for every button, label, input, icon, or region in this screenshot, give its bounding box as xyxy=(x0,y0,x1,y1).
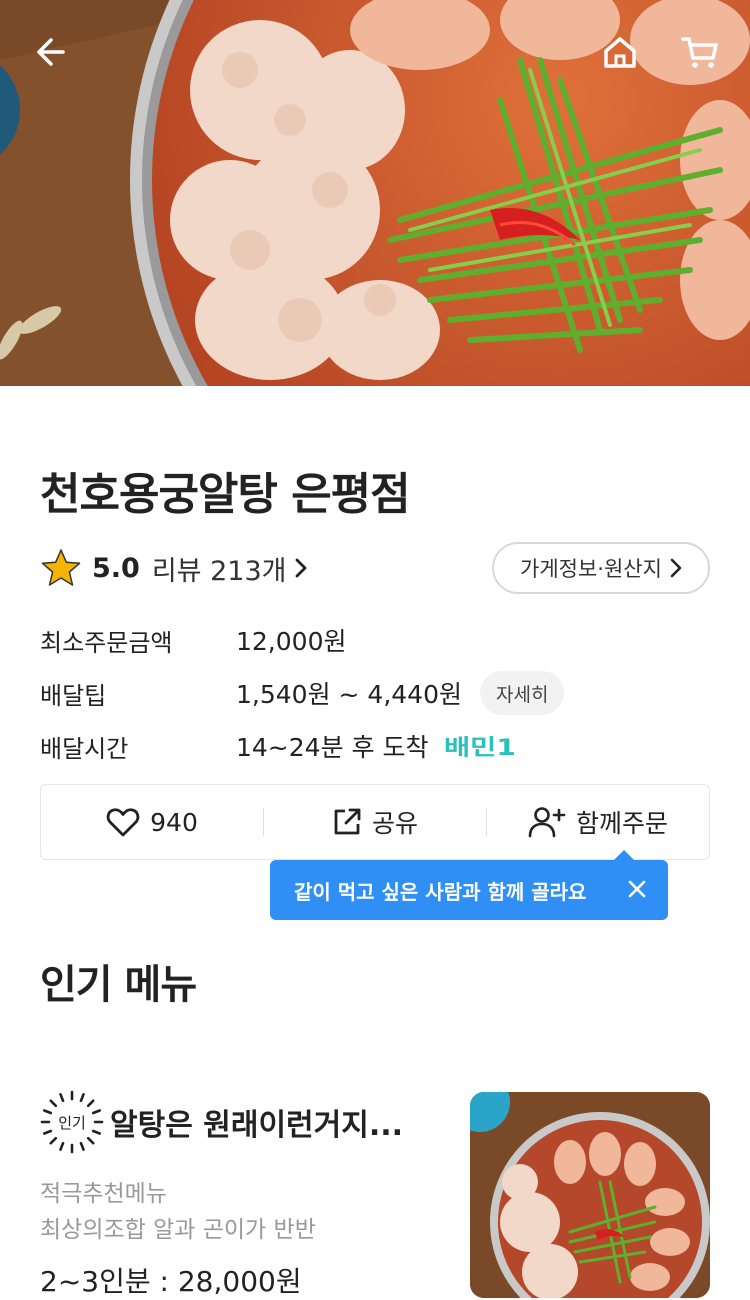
popular-menu-title: 인기 메뉴 xyxy=(40,962,197,1008)
close-icon xyxy=(628,880,646,898)
min-order-row: 최소주문금액 12,000원 xyxy=(40,622,346,658)
group-order-tooltip: 같이 먹고 싶은 사람과 함께 골라요 xyxy=(270,850,668,920)
rating-row[interactable]: 5.0 리뷰 213개 xyxy=(40,546,308,590)
home-button[interactable] xyxy=(596,28,644,76)
menu-name: 알탕은 원래이런거지... xyxy=(110,1108,404,1143)
tooltip-close-button[interactable] xyxy=(626,878,648,905)
menu-name-row: 인기 알탕은 원래이런거지... xyxy=(40,1090,403,1154)
delivery-tip-label: 배달팁 xyxy=(40,681,107,710)
like-button[interactable]: 940 xyxy=(41,785,263,859)
store-info-label: 가게정보·원산지 xyxy=(520,557,662,581)
delivery-tip-row: 배달팁 1,540원 ~ 4,440원 자세히 xyxy=(40,671,565,715)
share-label: 공유 xyxy=(371,809,418,838)
like-count: 940 xyxy=(150,807,198,837)
rating-score: 5.0 xyxy=(92,552,140,584)
chevron-right-icon xyxy=(670,558,682,578)
share-icon xyxy=(334,808,361,835)
heart-icon xyxy=(106,808,140,837)
back-button[interactable] xyxy=(26,28,74,76)
menu-description: 적극추천메뉴 xyxy=(40,1181,167,1207)
review-count: 리뷰 213개 xyxy=(151,555,287,587)
back-arrow-icon xyxy=(37,38,65,66)
home-icon xyxy=(604,37,636,68)
tooltip-arrow xyxy=(614,850,634,860)
cart-icon xyxy=(681,37,718,68)
min-order-value: 12,000원 xyxy=(236,627,347,656)
star-icon xyxy=(41,549,81,586)
store-info-button[interactable]: 가게정보·원산지 xyxy=(492,542,710,594)
menu-thumbnail xyxy=(470,1092,710,1298)
action-bar: 940 공유 함께주문 xyxy=(40,784,710,860)
popular-badge-text: 인기 xyxy=(58,1113,86,1132)
cart-button[interactable] xyxy=(676,28,724,76)
group-order-label: 함께주문 xyxy=(575,809,668,838)
menu-price: 2~3인분 : 28,000원 xyxy=(40,1265,302,1298)
store-name: 천호용궁알탕 은평점 xyxy=(40,469,411,520)
menu-item[interactable]: 인기 알탕은 원래이런거지... 적극추천메뉴 최상의조합 알과 곤이가 반반 … xyxy=(40,1090,710,1298)
delivery-time-label: 배달시간 xyxy=(40,734,129,763)
min-order-label: 최소주문금액 xyxy=(40,628,173,657)
baemin1-badge: 배민1 xyxy=(444,731,520,761)
popular-badge: 인기 xyxy=(40,1090,104,1154)
add-person-icon xyxy=(528,807,566,838)
delivery-time-value: 14~24분 후 도착 xyxy=(236,733,429,762)
delivery-tip-value: 1,540원 ~ 4,440원 xyxy=(236,680,462,709)
tooltip-text: 같이 먹고 싶은 사람과 함께 골라요 xyxy=(294,879,587,904)
hero-food-image xyxy=(0,0,750,386)
baemin1-badge-text: 배민1 xyxy=(444,736,516,761)
delivery-time-row: 배달시간 14~24분 후 도착 배민1 xyxy=(40,728,520,764)
group-order-button[interactable]: 함께주문 xyxy=(487,785,709,859)
menu-description: 최상의조합 알과 곤이가 반반 xyxy=(40,1217,316,1243)
delivery-tip-detail-button[interactable]: 자세히 xyxy=(479,671,565,715)
share-button[interactable]: 공유 xyxy=(264,785,486,859)
chevron-right-icon xyxy=(294,557,308,579)
